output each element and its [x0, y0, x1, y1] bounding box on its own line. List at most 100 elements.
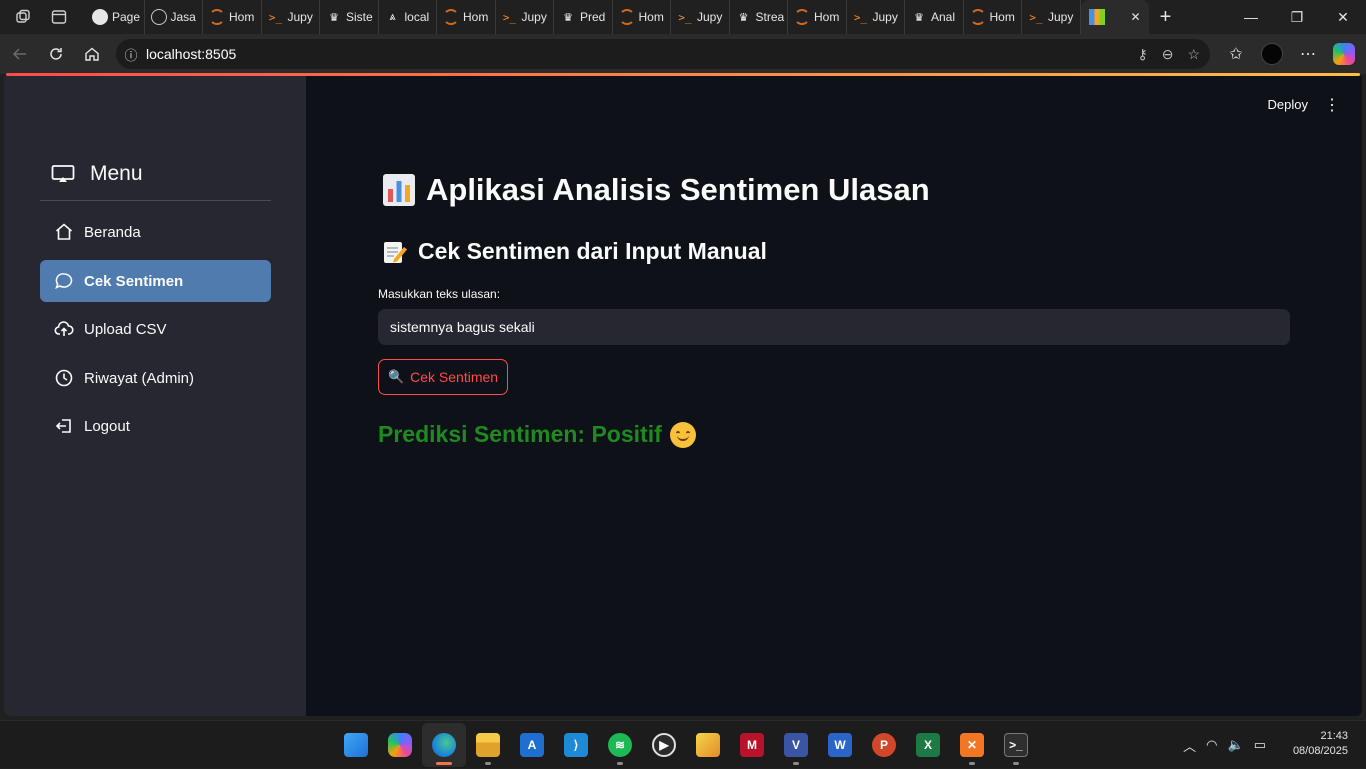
browser-tab-label: Jupy	[521, 10, 547, 24]
browser-tab[interactable]: >_ Jupy	[671, 0, 730, 34]
prediction-result-text: Prediksi Sentimen: Positif	[378, 421, 662, 447]
browser-tab-label: Jasa	[170, 10, 196, 24]
jupyter-icon	[443, 9, 459, 25]
browser-tab[interactable]: Hom	[964, 0, 1022, 34]
favorite-star-icon[interactable]: ☆	[1187, 46, 1200, 63]
xampp-icon: ✕	[960, 733, 984, 757]
taskbar-app[interactable]	[686, 723, 730, 767]
taskbar-app[interactable]: X	[906, 723, 950, 767]
taskbar-app[interactable]	[378, 723, 422, 767]
streamlit-logo-icon: ⩓	[389, 10, 396, 23]
browser-tab[interactable]: Hom	[613, 0, 671, 34]
review-text-input[interactable]	[378, 309, 1290, 345]
browser-tab[interactable]: ♛ Pred	[554, 0, 613, 34]
excel-icon: X	[916, 733, 940, 757]
more-options-icon[interactable]: ⋯	[1290, 36, 1326, 72]
profile-avatar[interactable]	[1254, 36, 1290, 72]
github-icon	[92, 9, 108, 25]
new-tab-button[interactable]: +	[1149, 0, 1183, 34]
close-tab-icon[interactable]: ✕	[1130, 10, 1140, 24]
streamlit-page: Menu Beranda Cek Sentimen Upload CSV Riw…	[4, 76, 1362, 716]
visio-icon: V	[784, 733, 808, 757]
home-button[interactable]	[74, 36, 110, 72]
terminal-icon: >_	[1004, 733, 1028, 757]
browser-tab[interactable]: ♛ Strea	[730, 0, 788, 34]
deploy-button[interactable]: Deploy	[1268, 97, 1308, 112]
browser-tab[interactable]: ♛ Siste	[320, 0, 379, 34]
taskbar-app[interactable]: ▶	[642, 723, 686, 767]
browser-tab[interactable]: >_ Jupy	[262, 0, 320, 34]
browser-tab[interactable]: >_ Jupy	[496, 0, 554, 34]
copilot-icon	[388, 733, 412, 757]
jupyter-icon	[794, 9, 810, 25]
taskbar-app[interactable]: ⟩	[554, 723, 598, 767]
wifi-icon[interactable]: ◠	[1206, 737, 1217, 753]
jupyter-icon	[209, 9, 225, 25]
streamlit-crown-icon: ♛	[563, 11, 573, 24]
browser-tab-active[interactable]: ✕	[1080, 0, 1149, 34]
minimize-button[interactable]: —	[1228, 0, 1274, 34]
back-button[interactable]	[2, 36, 38, 72]
taskbar-app[interactable]: W	[818, 723, 862, 767]
taskbar-apps: A ⟩ ≋ ▶ M V W P X ✕ >_	[334, 721, 1038, 769]
sidebar-item-riwayat-admin[interactable]: Riwayat (Admin)	[40, 357, 271, 399]
running-indicator	[969, 762, 975, 765]
cek-sentimen-button[interactable]: 🔍 Cek Sentimen	[378, 359, 508, 395]
mendeley-icon: M	[740, 733, 764, 757]
taskbar-app[interactable]	[334, 723, 378, 767]
browser-tab[interactable]: Hom	[203, 0, 262, 34]
taskbar-app[interactable]: A	[510, 723, 554, 767]
browser-tab[interactable]: Page	[86, 0, 145, 34]
streamlit-crown-icon: ♛	[914, 11, 924, 24]
taskbar-app[interactable]: >_	[994, 723, 1038, 767]
browser-tab-label: Strea	[755, 10, 785, 24]
volume-icon[interactable]: 🔈	[1228, 737, 1244, 753]
vscode-icon: ⟩	[564, 733, 588, 757]
refresh-button[interactable]	[38, 36, 74, 72]
jupyter-icon	[969, 9, 986, 25]
taskbar-app[interactable]	[466, 723, 510, 767]
tab-actions-icon[interactable]	[46, 4, 72, 30]
browser-tab[interactable]: ⩓ local	[379, 0, 437, 34]
taskbar-app[interactable]: ✕	[950, 723, 994, 767]
key-icon[interactable]: ⚷	[1137, 46, 1147, 63]
workspaces-icon[interactable]	[10, 4, 36, 30]
running-indicator	[485, 762, 491, 765]
sidebar-item-beranda[interactable]: Beranda	[40, 211, 271, 253]
site-info-icon[interactable]: ⓘ	[116, 45, 146, 64]
taskbar-app[interactable]: V	[774, 723, 818, 767]
browser-tab[interactable]: Jasa	[145, 0, 203, 34]
taskbar-app[interactable]	[422, 723, 466, 767]
browser-tab[interactable]: Hom	[788, 0, 847, 34]
page-title: Aplikasi Analisis Sentimen Ulasan	[382, 172, 930, 208]
copilot-icon[interactable]	[1326, 36, 1362, 72]
sidebar-item-cek-sentimen[interactable]: Cek Sentimen	[40, 260, 271, 302]
browser-tab-label: Hom	[463, 10, 489, 24]
browser-tab[interactable]: ♛ Anal	[905, 0, 964, 34]
zoom-icon[interactable]: ⊖	[1162, 46, 1174, 63]
main-menu-icon[interactable]: ⋮	[1322, 94, 1342, 116]
taskbar-app[interactable]: P	[862, 723, 906, 767]
terminal-icon: >_	[1029, 10, 1043, 24]
sidebar-item-label: Cek Sentimen	[84, 272, 184, 290]
sidebar-item-logout[interactable]: Logout	[40, 405, 271, 447]
favorites-icon[interactable]: ✩	[1218, 36, 1254, 72]
browser-tab[interactable]: Hom	[437, 0, 496, 34]
prediction-result: Prediksi Sentimen: Positif	[378, 421, 696, 448]
browser-tab[interactable]: >_ Jupy	[847, 0, 905, 34]
chevron-up-icon[interactable]: ︿	[1183, 736, 1196, 755]
browser-tab[interactable]: >_ Jupy	[1022, 0, 1081, 34]
sidebar-item-label: Upload CSV	[84, 320, 167, 338]
browser-tab-label: Jupy	[287, 10, 313, 24]
sidebar-item-upload-csv[interactable]: Upload CSV	[40, 308, 271, 350]
restore-button[interactable]: ❐	[1274, 0, 1320, 34]
browser-toolbar: ⓘ localhost:8505 ⚷ ⊖ ☆ ✩ ⋯	[0, 34, 1366, 74]
taskbar-app[interactable]: ≋	[598, 723, 642, 767]
system-clock[interactable]: 21:43 08/08/2025	[1278, 729, 1348, 759]
browser-tab-label: Jupy	[872, 10, 898, 24]
close-window-button[interactable]: ✕	[1320, 0, 1366, 34]
taskbar-app[interactable]: M	[730, 723, 774, 767]
battery-icon[interactable]: ▭	[1254, 737, 1266, 753]
address-bar[interactable]: ⓘ localhost:8505 ⚷ ⊖ ☆	[116, 39, 1210, 69]
running-indicator	[436, 762, 452, 765]
